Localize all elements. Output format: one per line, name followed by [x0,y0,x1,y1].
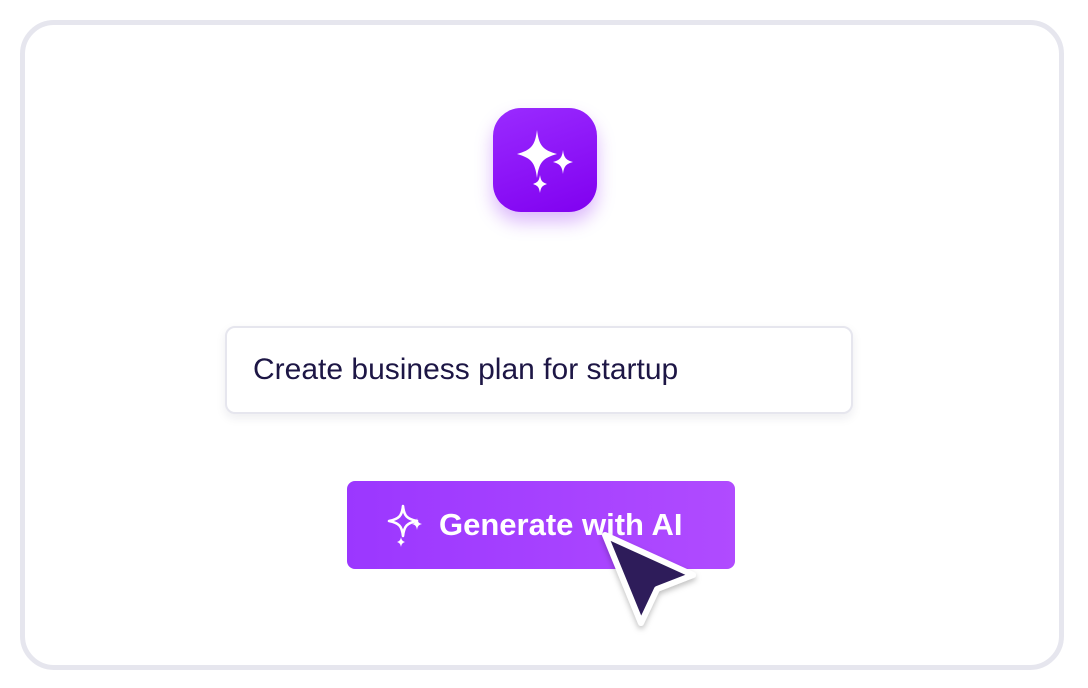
card-frame: Create business plan for startup Generat… [20,20,1064,670]
mouse-pointer-icon [602,532,696,626]
ai-app-icon [493,108,597,212]
sparkles-icon [387,504,422,547]
sparkles-icon [517,130,573,193]
prompt-input[interactable]: Create business plan for startup [225,326,853,414]
prompt-input-value: Create business plan for startup [253,353,679,386]
